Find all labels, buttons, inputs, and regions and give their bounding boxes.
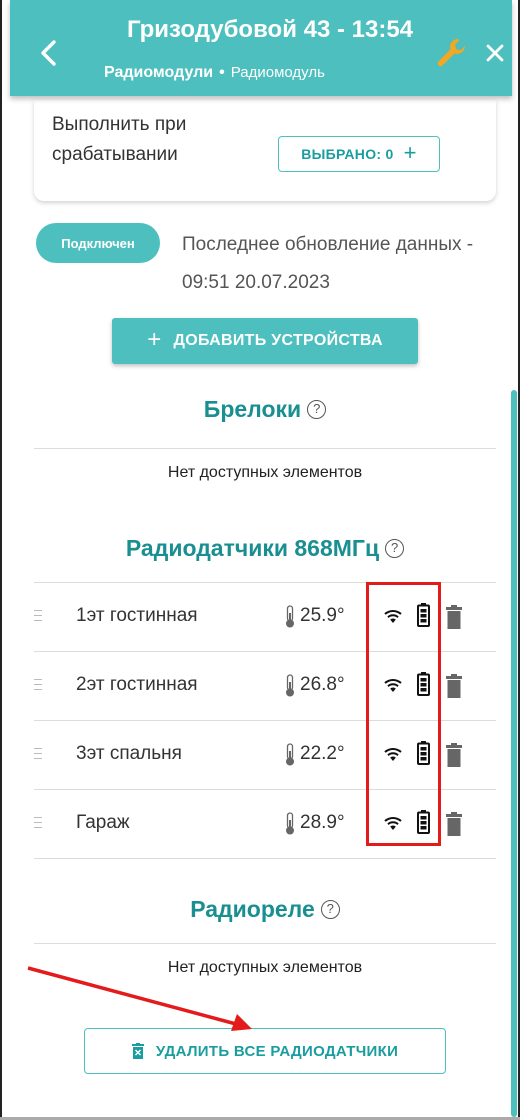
sensor-name: 1эт гостинная <box>76 605 198 626</box>
sensors-section-title: Радиодатчики 868МГц? <box>34 535 496 562</box>
breadcrumb: Радиомодули • Радиомодуль <box>104 64 325 82</box>
plus-icon: + <box>147 325 162 353</box>
connection-status-badge: Подключен <box>36 223 160 263</box>
selected-actions-label: ВЫБРАНО: 0 <box>301 146 394 162</box>
app-header: Гризодубовой 43 - 13:54 Радиомодули • Ради… <box>10 0 512 96</box>
selected-actions-button[interactable]: ВЫБРАНО: 0 + <box>278 136 440 172</box>
plus-icon: + <box>403 140 417 165</box>
add-devices-button[interactable]: + ДОБАВИТЬ УСТРОЙСТВА <box>112 318 418 364</box>
sensor-temperature: 26.8° <box>300 674 345 695</box>
divider <box>34 448 496 449</box>
thermometer-icon <box>286 812 294 835</box>
fobs-section-title: Брелоки? <box>34 396 496 423</box>
help-icon[interactable]: ? <box>307 399 327 419</box>
page-border <box>0 0 2 1120</box>
breadcrumb-parent-link[interactable]: Радиомодули <box>104 64 213 81</box>
sensor-name: Гараж <box>76 812 130 833</box>
trash-icon[interactable] <box>446 743 462 767</box>
sensor-temperature: 25.9° <box>300 605 345 626</box>
relays-section-title: Радиореле? <box>34 896 496 923</box>
close-icon[interactable] <box>484 42 506 64</box>
help-icon[interactable]: ? <box>385 538 405 558</box>
divider <box>34 943 496 944</box>
sensor-name: 2эт гостинная <box>76 674 198 695</box>
trash-icon[interactable] <box>446 812 462 836</box>
drag-handle-icon[interactable] <box>34 748 42 762</box>
thermometer-icon <box>286 605 294 628</box>
delete-all-label: УДАЛИТЬ ВСЕ РАДИОДАТЧИКИ <box>155 1042 399 1060</box>
trash-icon[interactable] <box>446 674 462 698</box>
scrollbar[interactable] <box>511 390 517 1117</box>
trigger-action-label: Выполнить при срабатывании <box>52 114 187 165</box>
trash-icon[interactable] <box>446 605 462 629</box>
sensor-temperature: 22.2° <box>300 743 345 764</box>
thermometer-icon <box>286 743 294 766</box>
trigger-action-card: Выполнить при срабатывании ВЫБРАНО: 0 + <box>34 100 496 201</box>
help-icon[interactable]: ? <box>320 899 340 919</box>
relays-empty-text: Нет доступных элементов <box>167 959 363 976</box>
drag-handle-icon[interactable] <box>34 817 42 831</box>
delete-all-sensors-button[interactable]: УДАЛИТЬ ВСЕ РАДИОДАТЧИКИ <box>84 1028 446 1074</box>
annotation-highlight-box <box>366 582 441 846</box>
breadcrumb-separator: • <box>219 64 225 81</box>
sensors-title-text: Радиодатчики 868МГц <box>125 535 380 561</box>
sensor-temperature: 28.9° <box>300 812 345 833</box>
trash-icon <box>131 1043 144 1059</box>
page-border <box>518 0 520 1120</box>
breadcrumb-current: Радиомодуль <box>230 64 325 81</box>
drag-handle-icon[interactable] <box>34 679 42 693</box>
drag-handle-icon[interactable] <box>34 610 42 624</box>
thermometer-icon <box>286 674 294 697</box>
fobs-empty-text: Нет доступных элементов <box>167 464 363 481</box>
wrench-icon[interactable] <box>434 36 468 70</box>
add-devices-label: ДОБАВИТЬ УСТРОЙСТВА <box>173 332 383 349</box>
relays-title-text: Радиореле <box>190 896 315 922</box>
fobs-title-text: Брелоки <box>203 396 302 422</box>
sensor-name: 3эт спальня <box>76 743 182 764</box>
last-update-text: Последнее обновление данных - 09:51 20.0… <box>182 234 474 293</box>
